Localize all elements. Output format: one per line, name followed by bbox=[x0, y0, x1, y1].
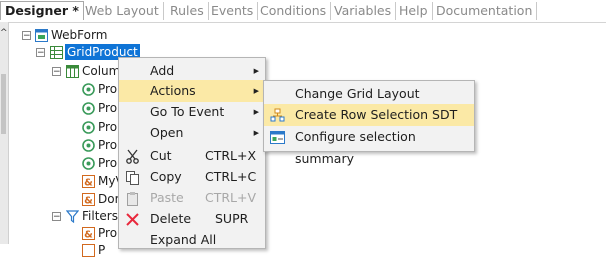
menu-item-change-grid-layout[interactable]: Change Grid Layout bbox=[264, 83, 474, 105]
grid-icon bbox=[50, 46, 63, 59]
attribute-icon bbox=[82, 121, 95, 134]
tree-label-column: Pro bbox=[98, 101, 118, 115]
menu-item-add[interactable]: Add ▶ bbox=[119, 60, 265, 82]
submenu-arrow-icon: ▶ bbox=[253, 87, 259, 95]
editor-tab-bar: Designer * Web Layout Rules Events Condi… bbox=[0, 0, 606, 23]
menu-item-label: Go To Event bbox=[150, 104, 225, 119]
menu-item-open[interactable]: Open ▶ bbox=[119, 122, 265, 144]
menu-item-paste[interactable]: Paste CTRL+V bbox=[119, 187, 265, 209]
variable-icon: & bbox=[82, 175, 95, 188]
webform-icon bbox=[35, 29, 48, 42]
tree-label-columns: Colum bbox=[82, 64, 121, 78]
menu-item-create-row-selection-sdt[interactable]: Create Row Selection SDT bbox=[264, 104, 474, 126]
menu-item-delete[interactable]: Delete SUPR bbox=[119, 208, 265, 230]
copy-icon bbox=[126, 171, 139, 185]
menu-item-shortcut: CTRL+C bbox=[205, 169, 257, 184]
submenu-arrow-icon: ▶ bbox=[253, 67, 259, 75]
tab-web-layout[interactable]: Web Layout bbox=[81, 2, 164, 20]
menu-item-label: Open bbox=[150, 125, 184, 140]
menu-item-shortcut: CTRL+X bbox=[205, 148, 257, 163]
tree-label-column: Pro bbox=[98, 120, 118, 134]
tab-conditions[interactable]: Conditions bbox=[256, 2, 332, 20]
menu-item-label: Configure selection summary bbox=[295, 129, 416, 166]
tab-designer[interactable]: Designer * bbox=[0, 1, 84, 20]
attribute-icon bbox=[82, 139, 95, 152]
menu-item-label: Copy bbox=[150, 169, 182, 184]
tree-label-filters: Filters bbox=[82, 209, 118, 223]
delete-icon bbox=[126, 213, 139, 226]
tree-label-column: Pro bbox=[98, 156, 118, 170]
svg-text:&: & bbox=[84, 230, 93, 241]
menu-item-label: Change Grid Layout bbox=[295, 86, 420, 101]
tree-label-column: Pro bbox=[98, 138, 118, 152]
menu-item-go-to-event[interactable]: Go To Event ▶ bbox=[119, 101, 265, 123]
tab-rules[interactable]: Rules bbox=[166, 2, 209, 20]
sdt-icon bbox=[270, 108, 285, 122]
tab-documentation[interactable]: Documentation bbox=[432, 2, 538, 20]
scroll-up-icon[interactable]: ^ bbox=[0, 28, 8, 38]
menu-item-shortcut: SUPR bbox=[215, 211, 249, 226]
filter-icon bbox=[66, 210, 79, 223]
attribute-icon bbox=[82, 157, 95, 170]
menu-item-label: Expand All bbox=[150, 232, 217, 247]
menu-item-label: Paste bbox=[150, 190, 184, 205]
tree-label-filter: P bbox=[98, 243, 106, 257]
menu-item-copy[interactable]: Copy CTRL+C bbox=[119, 166, 265, 188]
columns-icon bbox=[66, 65, 79, 78]
actions-submenu: Change Grid Layout Create Row Selection … bbox=[263, 80, 475, 166]
variable-icon: & bbox=[82, 227, 95, 240]
collapse-icon[interactable]: − bbox=[52, 212, 61, 222]
tab-help[interactable]: Help bbox=[395, 2, 433, 20]
menu-item-label: Create Row Selection SDT bbox=[295, 107, 458, 122]
menu-item-label: Actions bbox=[150, 83, 196, 98]
menu-item-label: Delete bbox=[150, 211, 192, 226]
menu-item-shortcut: CTRL+V bbox=[205, 190, 257, 205]
scroll-thumb[interactable] bbox=[1, 74, 6, 134]
menu-item-expand-all[interactable]: Expand All bbox=[119, 229, 265, 251]
paste-icon bbox=[127, 192, 138, 206]
tree-label-webform: WebForm bbox=[51, 28, 108, 42]
variable-icon bbox=[82, 244, 95, 257]
tree-label-column: Pro bbox=[98, 82, 118, 96]
menu-item-cut[interactable]: Cut CTRL+X bbox=[119, 145, 265, 167]
tree-label-filter: Pro bbox=[98, 226, 118, 240]
submenu-arrow-icon: ▶ bbox=[253, 129, 259, 137]
scissors-icon bbox=[126, 149, 139, 164]
tab-events[interactable]: Events bbox=[207, 2, 259, 20]
collapse-icon[interactable]: − bbox=[22, 31, 31, 41]
attribute-icon bbox=[82, 102, 95, 115]
context-menu: Add ▶ Actions ▶ Go To Event ▶ Open ▶ Cut… bbox=[118, 57, 266, 249]
left-scrollbar[interactable]: ^ bbox=[0, 22, 9, 244]
menu-item-label: Add bbox=[150, 63, 175, 78]
menu-item-configure-selection-summary[interactable]: Configure selection summary bbox=[264, 126, 474, 166]
tree-node-webform[interactable]: − WebForm bbox=[20, 27, 140, 43]
summary-icon bbox=[270, 131, 285, 144]
menu-item-actions[interactable]: Actions ▶ bbox=[119, 80, 265, 102]
variable-icon: & bbox=[82, 193, 95, 206]
attribute-icon bbox=[82, 83, 95, 96]
tree-label-column: Dor bbox=[98, 192, 120, 206]
collapse-icon[interactable]: − bbox=[52, 67, 61, 77]
svg-text:&: & bbox=[84, 196, 93, 207]
collapse-icon[interactable]: − bbox=[36, 48, 45, 58]
menu-item-label: Cut bbox=[150, 148, 172, 163]
tab-variables[interactable]: Variables bbox=[330, 2, 397, 20]
svg-text:&: & bbox=[84, 178, 93, 189]
submenu-arrow-icon: ▶ bbox=[253, 108, 259, 116]
